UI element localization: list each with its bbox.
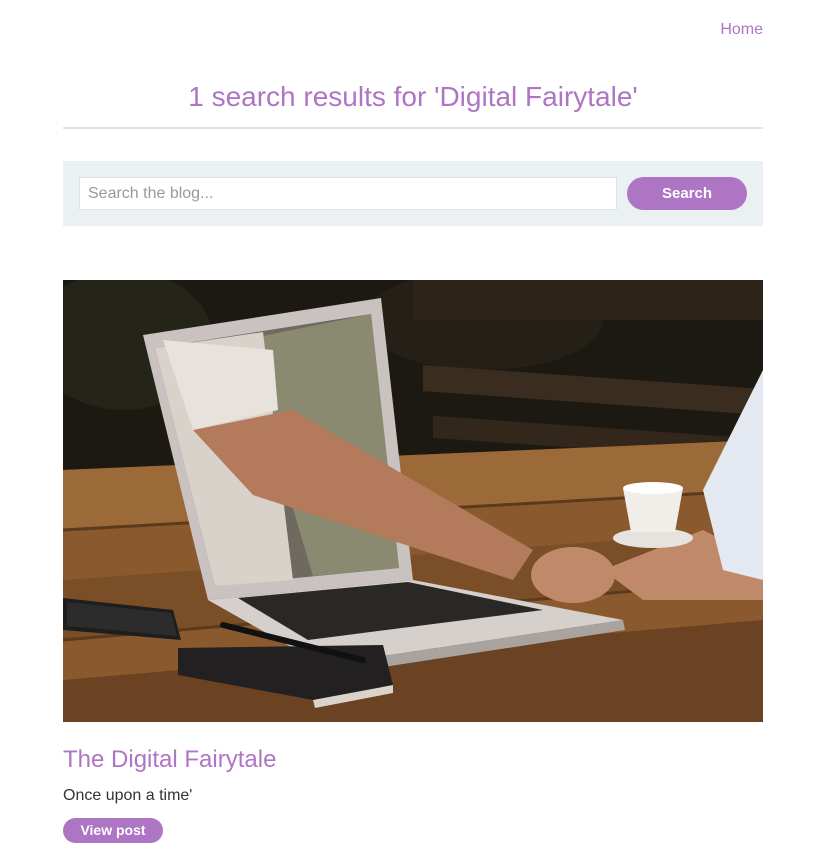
search-input[interactable] xyxy=(79,177,617,210)
nav-home-link[interactable]: Home xyxy=(720,21,763,39)
title-divider xyxy=(63,127,763,129)
page-title: 1 search results for 'Digital Fairytale' xyxy=(188,81,638,112)
search-button[interactable]: Search xyxy=(627,177,747,210)
page: Home 1 search results for 'Digital Fairy… xyxy=(0,0,834,851)
view-post-button[interactable]: View post xyxy=(63,818,163,843)
laptop-handshake-photo xyxy=(63,280,763,722)
post-image[interactable] xyxy=(63,280,763,722)
result-title-link[interactable]: The Digital Fairytale xyxy=(63,745,276,775)
search-panel: Search xyxy=(63,161,763,226)
result-summary: Once upon a time' xyxy=(63,787,193,804)
